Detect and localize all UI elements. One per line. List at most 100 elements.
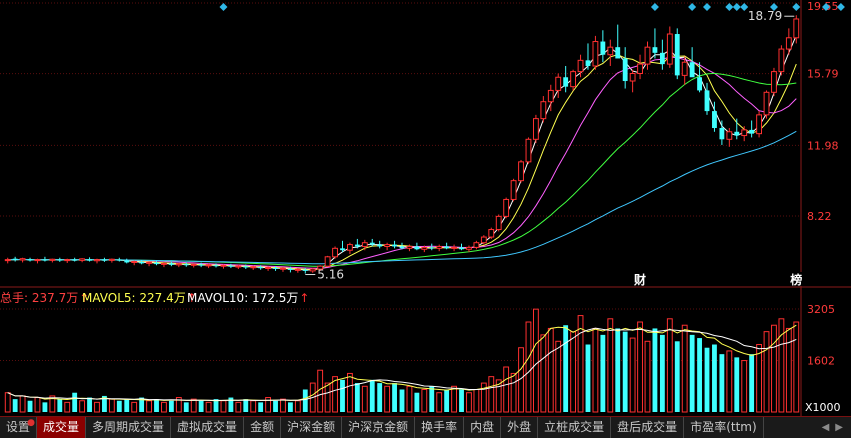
candle-body xyxy=(27,259,33,261)
tab-turnover[interactable]: 换手率 xyxy=(415,417,465,438)
volume-bar xyxy=(94,401,100,413)
scroll-left-icon[interactable]: ◀ xyxy=(822,422,830,433)
candle-body xyxy=(332,247,338,258)
stock-chart[interactable]: 19.5515.7911.988.2218.795.16财榜32051602X1… xyxy=(0,0,851,416)
candle-body xyxy=(525,138,532,163)
volume-bar xyxy=(27,400,33,412)
tab-amount[interactable]: 金额 xyxy=(244,417,282,438)
tab-scroller: ◀ ▶ xyxy=(822,417,851,438)
candle-body xyxy=(712,111,717,129)
volume-bar xyxy=(108,398,115,413)
candle-body xyxy=(510,180,517,200)
volume-bar xyxy=(294,400,301,413)
candle-body xyxy=(34,259,41,262)
candle-body xyxy=(369,242,375,245)
tab-settings[interactable]: 设置 ● xyxy=(0,417,38,438)
volume-bar xyxy=(361,385,368,413)
tab-inner-volume[interactable]: 内盘 xyxy=(464,417,502,438)
volume-bar xyxy=(771,324,777,413)
volume-bar xyxy=(577,315,584,413)
volume-bar xyxy=(205,401,212,413)
volume-bar xyxy=(168,400,174,412)
volume-bar xyxy=(369,379,375,412)
candle-body xyxy=(161,262,167,265)
candle-body xyxy=(361,242,368,247)
candle-body xyxy=(324,256,331,267)
volume-bar xyxy=(354,383,360,412)
volume-bar xyxy=(704,347,710,412)
candle-body xyxy=(108,258,115,261)
candle-body xyxy=(302,269,308,271)
volume-bar xyxy=(451,385,457,413)
volume-bar xyxy=(734,357,740,412)
tab-pile-volume[interactable]: 立桩成交量 xyxy=(538,417,612,438)
volume-bar xyxy=(719,354,725,412)
event-marker-label: 榜 xyxy=(790,272,802,287)
candle-body xyxy=(399,246,405,249)
volume-bar xyxy=(444,389,450,412)
candle-body xyxy=(64,259,71,262)
candle-body xyxy=(294,268,301,271)
volume-bar xyxy=(146,400,152,413)
candle-body xyxy=(57,259,63,261)
volume-bar xyxy=(347,372,353,413)
candle-body xyxy=(719,128,725,140)
candle-body xyxy=(592,41,599,67)
volume-bar xyxy=(540,334,547,413)
candle-body xyxy=(756,114,763,135)
volume-bar xyxy=(555,340,562,413)
tab-sh-sz-bj-amount[interactable]: 沪深京金额 xyxy=(342,417,416,438)
volume-bar xyxy=(392,383,397,412)
volume-bar xyxy=(399,389,405,412)
legend-up-arrow-icon: ↑ xyxy=(299,291,309,305)
volume-bar xyxy=(302,389,308,412)
candle-body xyxy=(741,129,748,137)
candle-body xyxy=(436,245,443,249)
tab-outer-volume[interactable]: 外盘 xyxy=(501,417,539,438)
tab-pe-ttm[interactable]: 市盈率(ttm) xyxy=(684,417,764,438)
candle-body xyxy=(131,260,138,263)
candle-body xyxy=(778,48,785,73)
volume-bar xyxy=(741,360,748,413)
tab-volume[interactable]: 成交量 xyxy=(37,417,87,438)
candle-body xyxy=(659,52,665,65)
candle-body xyxy=(697,77,702,91)
scroll-right-icon[interactable]: ▶ xyxy=(835,422,843,433)
candle-body xyxy=(168,263,174,265)
tab-after-hours-volume[interactable]: 盘后成交量 xyxy=(611,417,685,438)
candle-body xyxy=(19,258,26,261)
candle-body xyxy=(116,259,122,261)
candle-body xyxy=(532,118,539,140)
volume-bar xyxy=(637,321,643,413)
candle-body xyxy=(198,264,204,266)
tab-virtual-volume[interactable]: 虚拟成交量 xyxy=(171,417,245,438)
volume-bar xyxy=(585,344,591,412)
candle-body xyxy=(414,246,420,250)
volume-bar xyxy=(681,324,688,413)
candle-body xyxy=(563,77,569,87)
candle-body xyxy=(347,244,353,251)
candle-body xyxy=(175,263,182,266)
candle-body xyxy=(785,37,792,50)
high-price-label: 18.79 xyxy=(748,9,782,23)
candle-body xyxy=(734,131,740,136)
volume-bar xyxy=(785,327,792,413)
volume-bar xyxy=(615,328,621,412)
volume-bar xyxy=(287,402,293,412)
volume-bar xyxy=(131,401,138,413)
tab-sh-sz-amount[interactable]: 沪深金额 xyxy=(281,417,343,438)
candle-body xyxy=(102,259,107,261)
candle-body xyxy=(793,18,800,39)
volume-bar xyxy=(235,401,242,413)
volume-bar xyxy=(258,402,264,412)
candle-body xyxy=(139,261,145,264)
tab-multi-period-volume[interactable]: 多周期成交量 xyxy=(86,417,172,438)
candle-body xyxy=(704,90,710,112)
volume-bar xyxy=(19,395,26,413)
candle-body xyxy=(547,89,554,103)
candle-body xyxy=(354,244,360,247)
candle-body xyxy=(518,161,524,182)
candle-body xyxy=(421,246,428,250)
candle-body xyxy=(72,259,78,261)
volume-bar xyxy=(429,386,435,412)
